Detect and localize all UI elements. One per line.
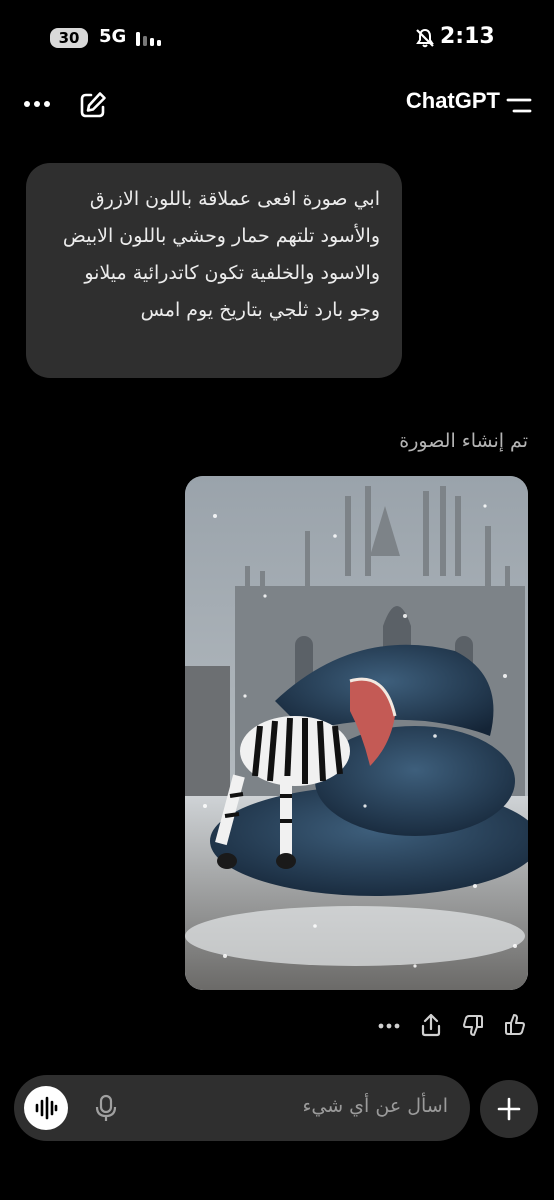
response-actions — [0, 1010, 554, 1040]
network-type: 5G — [99, 26, 127, 47]
generated-image[interactable] — [185, 476, 528, 990]
plus-icon — [497, 1097, 521, 1121]
add-attachment-button[interactable] — [480, 1080, 538, 1138]
thumbs-down-icon[interactable] — [460, 1012, 486, 1038]
more-icon[interactable] — [22, 94, 52, 114]
share-icon[interactable] — [418, 1012, 444, 1038]
app-header: ChatGPT — [0, 84, 554, 128]
voice-mode-button[interactable] — [24, 1086, 68, 1130]
message-composer[interactable]: اسأل عن أي شيء — [14, 1075, 470, 1141]
image-generated-status: تم إنشاء الصورة — [399, 430, 528, 452]
page-title[interactable]: ChatGPT — [360, 88, 500, 114]
edit-icon[interactable] — [78, 90, 108, 120]
status-bar: 30 5G 2:13 — [0, 22, 554, 54]
user-message-text: ابي صورة افعى عملاقة باللون الازرق والأس… — [62, 188, 380, 321]
user-message-bubble[interactable]: ابي صورة افعى عملاقة باللون الازرق والأس… — [26, 163, 402, 378]
menu-icon[interactable] — [504, 94, 534, 118]
battery-indicator: 30 — [50, 28, 88, 48]
notifications-muted-icon — [416, 28, 434, 48]
voice-mode-icon — [35, 1096, 58, 1120]
more-icon[interactable] — [376, 1013, 402, 1039]
microphone-icon[interactable] — [94, 1094, 118, 1122]
chat-screen: 30 5G 2:13 ChatGPT ابي صورة افعى عملاقة … — [0, 0, 554, 1200]
thumbs-up-icon[interactable] — [502, 1012, 528, 1038]
signal-icon — [136, 32, 161, 46]
clock: 2:13 — [440, 24, 495, 49]
message-input[interactable]: اسأل عن أي شيء — [302, 1095, 448, 1117]
